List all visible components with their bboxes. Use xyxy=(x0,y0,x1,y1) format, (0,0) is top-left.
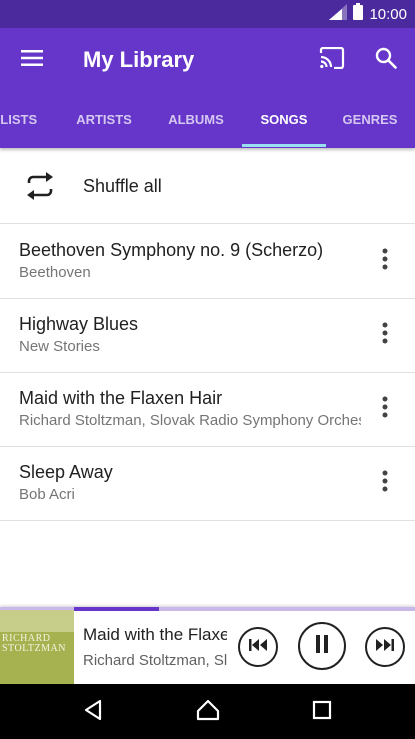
song-title: Sleep Away xyxy=(19,462,113,482)
back-button[interactable] xyxy=(73,694,113,730)
tab-indicator xyxy=(242,144,326,147)
tab-artists[interactable]: ARTISTS xyxy=(64,92,144,148)
tab-genres[interactable]: GENRES xyxy=(333,92,407,148)
tab-playlists[interactable]: PLAYLISTS xyxy=(0,92,47,148)
battery-icon xyxy=(353,3,364,25)
tab-albums[interactable]: ALBUMS xyxy=(156,92,236,148)
status-bar: 10:00 xyxy=(0,0,415,28)
cast-icon xyxy=(319,46,345,74)
song-title: Maid with the Flaxen Hair xyxy=(19,388,223,408)
song-artist: Bob Acri xyxy=(19,486,75,503)
song-row[interactable]: Maid with the Flaxen Hair Richard Stoltz… xyxy=(0,372,415,447)
song-more-button[interactable] xyxy=(366,316,404,354)
more-vert-icon xyxy=(382,248,388,275)
menu-icon xyxy=(21,49,43,71)
song-artist: Beethoven xyxy=(19,264,91,281)
tab-bar: PLAYLISTS ARTISTS ALBUMS SONGS GENRES xyxy=(0,92,415,148)
status-icons: 10:00 xyxy=(329,0,407,28)
album-art: RICHARD STOLTZMAN xyxy=(0,610,74,684)
next-button[interactable] xyxy=(365,627,405,667)
status-time: 10:00 xyxy=(369,5,407,23)
menu-button[interactable] xyxy=(12,40,52,80)
pause-button[interactable] xyxy=(298,622,346,670)
pause-icon xyxy=(315,634,329,658)
now-playing-artist: Richard Stoltzman, Slovak Radio Symphony… xyxy=(83,652,227,669)
shuffle-all-row[interactable]: Shuffle all xyxy=(0,148,415,224)
cast-button[interactable] xyxy=(312,40,352,80)
app-bar: My Library xyxy=(0,28,415,92)
playback-progress-fill xyxy=(74,607,159,611)
recents-icon xyxy=(312,700,332,725)
now-playing-bar[interactable]: RICHARD STOLTZMAN Maid with the Flaxen H… xyxy=(0,607,415,684)
song-artist: Richard Stoltzman, Slovak Radio Symphony… xyxy=(19,412,361,429)
song-more-button[interactable] xyxy=(366,464,404,502)
page-title: My Library xyxy=(83,47,195,72)
song-row[interactable]: Beethoven Symphony no. 9 (Scherzo) Beeth… xyxy=(0,224,415,299)
album-art-header xyxy=(0,610,74,632)
skip-next-icon xyxy=(376,638,394,656)
more-vert-icon xyxy=(382,322,388,349)
search-icon xyxy=(375,47,397,74)
more-vert-icon xyxy=(382,470,388,497)
song-title: Highway Blues xyxy=(19,314,139,334)
song-artist: New Stories xyxy=(19,338,100,355)
skip-previous-icon xyxy=(249,638,267,656)
recents-button[interactable] xyxy=(302,694,342,730)
shuffle-all-label: Shuffle all xyxy=(83,176,162,196)
home-icon xyxy=(196,699,220,726)
previous-button[interactable] xyxy=(238,627,278,667)
song-row[interactable]: Highway Blues New Stories xyxy=(0,298,415,373)
home-button[interactable] xyxy=(188,694,228,730)
tab-songs[interactable]: SONGS xyxy=(244,92,324,148)
song-more-button[interactable] xyxy=(366,390,404,428)
album-art-text: RICHARD STOLTZMAN xyxy=(2,633,66,654)
back-icon xyxy=(83,699,103,726)
more-vert-icon xyxy=(382,396,388,423)
song-row[interactable]: Sleep Away Bob Acri xyxy=(0,446,415,521)
now-playing-title: Maid with the Flaxen Hair xyxy=(83,625,227,644)
song-title: Beethoven Symphony no. 9 (Scherzo) xyxy=(19,240,324,260)
system-nav-bar xyxy=(0,684,415,739)
search-button[interactable] xyxy=(366,40,406,80)
song-more-button[interactable] xyxy=(366,242,404,280)
signal-icon xyxy=(329,3,348,25)
shuffle-icon xyxy=(24,172,56,200)
